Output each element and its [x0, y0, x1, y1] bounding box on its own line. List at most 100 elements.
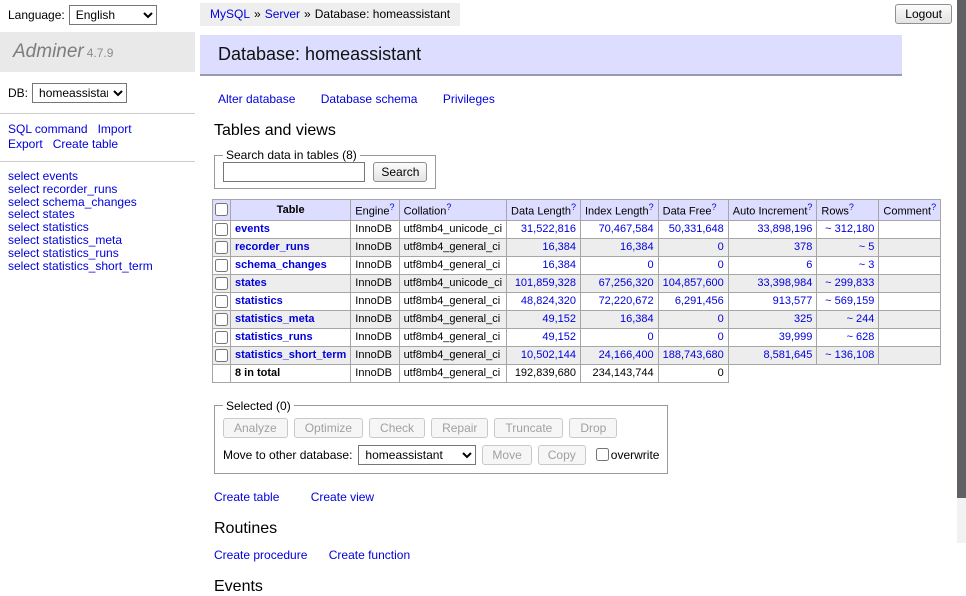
move-database-select[interactable]: homeassistant — [358, 445, 476, 465]
data-length-value[interactable]: 10,502,144 — [507, 346, 581, 364]
rows-value[interactable]: ~ 628 — [817, 328, 879, 346]
row-checkbox[interactable] — [215, 331, 228, 344]
row-checkbox[interactable] — [215, 259, 228, 272]
auto-increment-value[interactable]: 378 — [728, 238, 817, 256]
row-checkbox[interactable] — [215, 277, 228, 290]
index-length-value[interactable]: 0 — [580, 256, 658, 274]
index-length-value[interactable]: 16,384 — [580, 238, 658, 256]
table-name-link[interactable]: schema_changes — [235, 259, 327, 271]
index-length-value[interactable]: 16,384 — [580, 310, 658, 328]
rows-value[interactable]: ~ 312,180 — [817, 220, 879, 238]
create-table-link[interactable]: Create table — [214, 490, 279, 504]
overwrite-checkbox[interactable] — [596, 448, 609, 461]
move-button[interactable]: Move — [482, 445, 531, 465]
create-table-link-sidebar[interactable]: Create table — [53, 137, 118, 151]
data-free-value[interactable]: 104,857,600 — [658, 274, 728, 292]
truncate-button[interactable]: Truncate — [494, 418, 563, 438]
data-free-value[interactable]: 0 — [658, 256, 728, 274]
data-length-value[interactable]: 49,152 — [507, 328, 581, 346]
help-link[interactable]: ? — [849, 202, 854, 212]
table-name-link[interactable]: statistics_meta — [235, 313, 315, 325]
data-length-value[interactable]: 16,384 — [507, 256, 581, 274]
breadcrumb-mysql-link[interactable]: MySQL — [210, 7, 250, 21]
help-link[interactable]: ? — [712, 202, 717, 212]
table-name-link[interactable]: events — [235, 223, 270, 235]
sidebar-select-link[interactable]: select statistics_meta — [8, 234, 187, 247]
data-free-value[interactable]: 50,331,648 — [658, 220, 728, 238]
data-free-value[interactable]: 188,743,680 — [658, 346, 728, 364]
rows-value[interactable]: ~ 299,833 — [817, 274, 879, 292]
auto-increment-value[interactable]: 33,898,196 — [728, 220, 817, 238]
sql-command-link[interactable]: SQL command — [8, 122, 88, 136]
row-checkbox[interactable] — [215, 223, 228, 236]
help-link[interactable]: ? — [931, 202, 936, 212]
search-input[interactable] — [223, 162, 365, 182]
table-name-link[interactable]: statistics_short_term — [235, 349, 346, 361]
help-link[interactable]: ? — [446, 202, 451, 212]
sidebar-select-link[interactable]: select statistics_short_term — [8, 260, 187, 273]
index-length-value[interactable]: 67,256,320 — [580, 274, 658, 292]
vertical-scrollbar[interactable] — [957, 0, 966, 543]
table-name-link[interactable]: recorder_runs — [235, 241, 310, 253]
check-button[interactable]: Check — [369, 418, 425, 438]
privileges-link[interactable]: Privileges — [443, 92, 495, 106]
data-length-value[interactable]: 101,859,328 — [507, 274, 581, 292]
rows-value[interactable]: ~ 5 — [817, 238, 879, 256]
auto-increment-value[interactable]: 6 — [728, 256, 817, 274]
adminer-logo[interactable]: Adminer — [13, 41, 84, 62]
auto-increment-value[interactable]: 325 — [728, 310, 817, 328]
create-procedure-link[interactable]: Create procedure — [214, 548, 307, 562]
help-link[interactable]: ? — [649, 202, 654, 212]
index-length-value[interactable]: 24,166,400 — [580, 346, 658, 364]
db-select[interactable]: homeassistant — [32, 83, 127, 103]
select-all-checkbox[interactable] — [215, 203, 228, 216]
data-length-value[interactable]: 48,824,320 — [507, 292, 581, 310]
repair-button[interactable]: Repair — [431, 418, 488, 438]
auto-increment-value[interactable]: 39,999 — [728, 328, 817, 346]
row-checkbox[interactable] — [215, 313, 228, 326]
data-length-value[interactable]: 31,522,816 — [507, 220, 581, 238]
index-length-value[interactable]: 72,220,672 — [580, 292, 658, 310]
data-free-value[interactable]: 0 — [658, 310, 728, 328]
index-length-value[interactable]: 70,467,584 — [580, 220, 658, 238]
help-link[interactable]: ? — [571, 202, 576, 212]
rows-value[interactable]: ~ 136,108 — [817, 346, 879, 364]
import-link[interactable]: Import — [98, 122, 132, 136]
analyze-button[interactable]: Analyze — [223, 418, 288, 438]
data-free-value[interactable]: 0 — [658, 328, 728, 346]
help-link[interactable]: ? — [807, 202, 812, 212]
data-free-value[interactable]: 0 — [658, 238, 728, 256]
row-checkbox[interactable] — [215, 241, 228, 254]
index-length-value[interactable]: 0 — [580, 328, 658, 346]
sidebar-select-link[interactable]: select events — [8, 170, 187, 183]
data-length-value[interactable]: 16,384 — [507, 238, 581, 256]
auto-increment-value[interactable]: 8,581,645 — [728, 346, 817, 364]
search-button[interactable]: Search — [373, 162, 427, 182]
scrollbar-thumb[interactable] — [957, 0, 966, 498]
rows-value[interactable]: ~ 569,159 — [817, 292, 879, 310]
table-name-link[interactable]: states — [235, 277, 267, 289]
create-function-link[interactable]: Create function — [329, 548, 410, 562]
sidebar-select-link[interactable]: select statistics_runs — [8, 247, 187, 260]
auto-increment-value[interactable]: 33,398,984 — [728, 274, 817, 292]
breadcrumb-server-link[interactable]: Server — [265, 7, 300, 21]
row-checkbox[interactable] — [215, 295, 228, 308]
data-length-value[interactable]: 49,152 — [507, 310, 581, 328]
row-checkbox[interactable] — [215, 349, 228, 362]
database-schema-link[interactable]: Database schema — [321, 92, 418, 106]
drop-button[interactable]: Drop — [569, 418, 617, 438]
language-select[interactable]: English — [69, 5, 157, 25]
create-view-link[interactable]: Create view — [311, 490, 374, 504]
alter-database-link[interactable]: Alter database — [218, 92, 295, 106]
data-free-value[interactable]: 6,291,456 — [658, 292, 728, 310]
sidebar-select-link[interactable]: select recorder_runs — [8, 183, 187, 196]
table-name-link[interactable]: statistics — [235, 295, 283, 307]
copy-button[interactable]: Copy — [538, 445, 586, 465]
table-name-link[interactable]: statistics_runs — [235, 331, 313, 343]
rows-value[interactable]: ~ 3 — [817, 256, 879, 274]
export-link[interactable]: Export — [8, 137, 43, 151]
optimize-button[interactable]: Optimize — [294, 418, 363, 438]
auto-increment-value[interactable]: 913,577 — [728, 292, 817, 310]
rows-value[interactable]: ~ 244 — [817, 310, 879, 328]
logout-button[interactable]: Logout — [895, 4, 952, 24]
